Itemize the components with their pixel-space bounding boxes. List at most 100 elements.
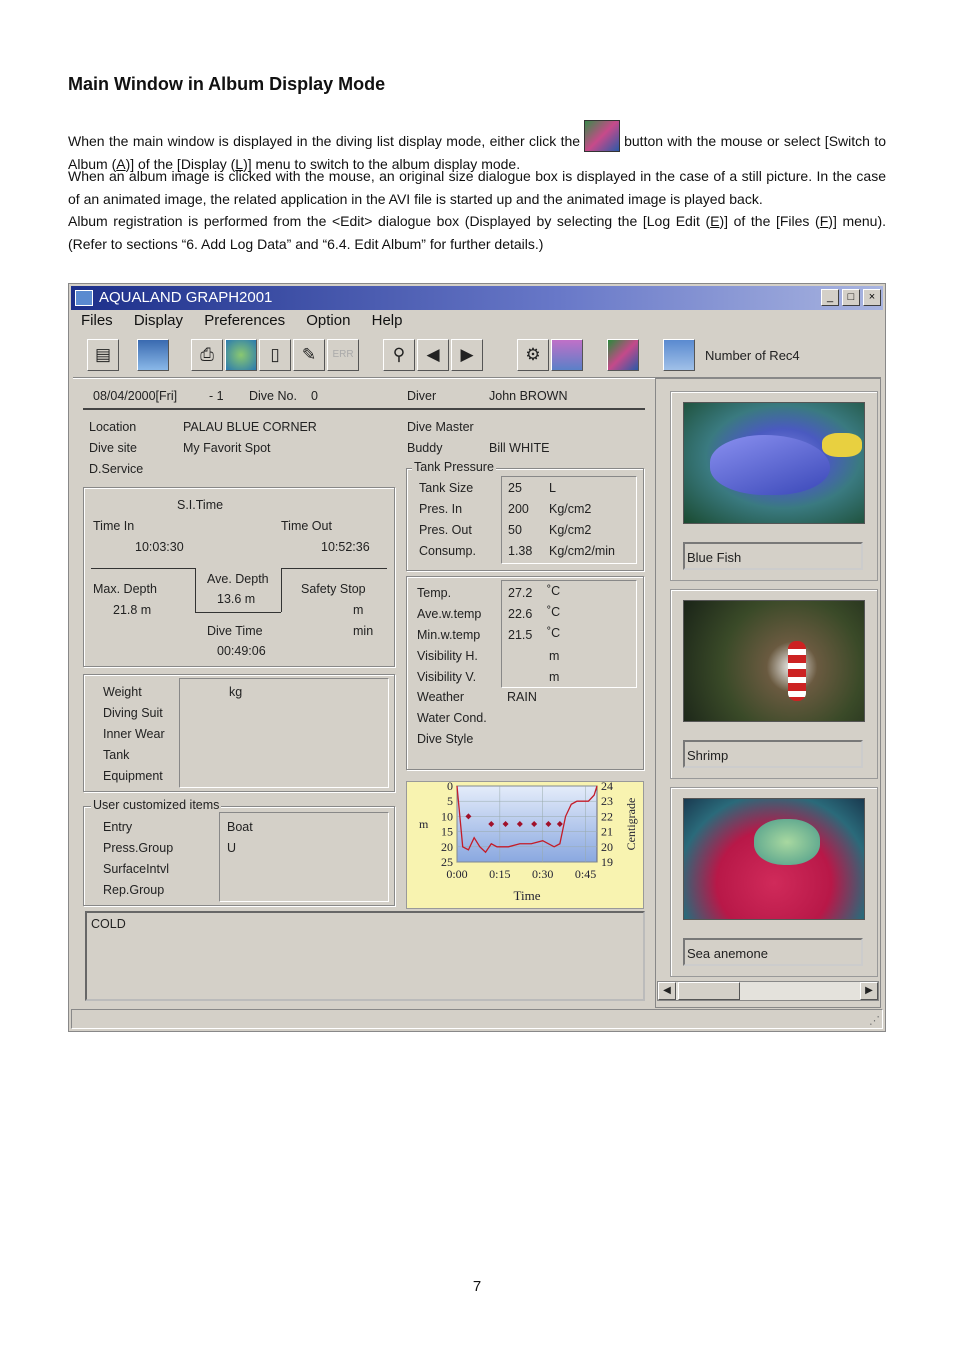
album-edit-icon[interactable] — [551, 339, 583, 371]
location-label: Location — [89, 420, 137, 434]
header-divider — [83, 408, 645, 410]
pres-in-label: Pres. In — [419, 502, 463, 516]
album-photo-shrimp[interactable] — [683, 600, 865, 722]
settings-icon[interactable]: ⚙ — [517, 339, 549, 371]
y-tick-label: 5 — [447, 794, 453, 808]
paragraph-text: )] of the [Files ( — [719, 213, 820, 229]
time-out-label: Time Out — [281, 519, 332, 533]
previous-icon[interactable]: ◀ — [417, 339, 449, 371]
diving-suit-label: Diving Suit — [103, 706, 163, 720]
y2-axis-label: Centigrade — [624, 798, 638, 851]
min-w-temp-label: Min.w.temp — [417, 628, 481, 642]
list-view-icon[interactable]: ▤ — [87, 339, 119, 371]
scroll-left-icon[interactable]: ◀ — [658, 982, 676, 1000]
memo-field[interactable]: COLD — [85, 911, 645, 1001]
map-icon[interactable] — [663, 339, 695, 371]
album-caption[interactable]: Sea anemone — [683, 938, 863, 966]
dive-no: 0 — [311, 389, 318, 403]
visibility-v-unit: m — [549, 670, 560, 684]
time-in-label: Time In — [93, 519, 135, 533]
pres-out-value: 50 — [508, 523, 522, 537]
scroll-thumb[interactable] — [678, 982, 740, 1000]
new-log-icon[interactable]: ▯ — [259, 339, 291, 371]
pres-in-unit: Kg/cm2 — [549, 502, 592, 516]
time-out-value: 10:52:36 — [321, 540, 370, 554]
find-icon[interactable]: ⚲ — [383, 339, 415, 371]
depth-divider — [91, 568, 195, 569]
next-icon[interactable]: ▶ — [451, 339, 483, 371]
page-title: Main Window in Album Display Mode — [68, 74, 386, 94]
album-photo-blue-fish[interactable] — [683, 402, 865, 524]
edit-log-icon[interactable]: ✎ — [293, 339, 325, 371]
pres-out-label: Pres. Out — [419, 523, 472, 537]
d-service-label: D.Service — [89, 462, 144, 476]
press-group-value: U — [227, 841, 237, 855]
album-item[interactable]: Shrimp — [670, 589, 878, 779]
weight-unit: kg — [229, 685, 243, 699]
close-button[interactable]: × — [863, 289, 881, 306]
depth-divider — [281, 568, 282, 612]
album-caption[interactable]: Shrimp — [683, 740, 863, 768]
dive-profile-svg: 0510152025 242322212019 0:00 0:15 0:30 0:45… — [419, 779, 638, 903]
y2-tick-label: 19 — [601, 855, 613, 869]
dive-no-label: Dive No. — [249, 389, 297, 403]
y-axis-ticks: 0510152025 — [441, 779, 453, 869]
visibility-h-unit: m — [549, 649, 560, 663]
scroll-right-icon[interactable]: ▶ — [860, 982, 878, 1000]
buddy-label: Buddy — [407, 441, 443, 455]
menu-files[interactable]: Files — [81, 312, 113, 329]
album-photo-sea-anemone[interactable] — [683, 798, 865, 920]
graph-view-icon[interactable] — [137, 339, 169, 371]
temp-unit: ˚C — [547, 584, 561, 598]
paragraph-album-registration: Album registration is performed from the… — [68, 210, 886, 255]
window-title: AQUALAND GRAPH2001 — [99, 289, 273, 306]
consump-label: Consump. — [419, 544, 476, 558]
weight-label: Weight — [103, 685, 142, 699]
menu-display[interactable]: Display — [134, 312, 183, 329]
ave-depth-value: 13.6 m — [217, 592, 256, 606]
entry-value: Boat — [227, 820, 253, 834]
page-number: 7 — [472, 1278, 482, 1295]
print-icon[interactable]: ⎙ — [191, 339, 223, 371]
album-scrollbar[interactable]: ◀ ▶ — [657, 981, 879, 1001]
album-item[interactable]: Blue Fish — [670, 391, 878, 581]
globe-icon[interactable] — [225, 339, 257, 371]
x-tick-label: 0:15 — [489, 867, 510, 881]
depth-divider — [195, 612, 281, 613]
temp-value: 27.2 — [508, 586, 533, 600]
max-depth-label: Max. Depth — [93, 582, 157, 596]
title-bar[interactable]: AQUALAND GRAPH2001 _ □ × — [71, 286, 883, 310]
safety-stop-label: Safety Stop — [301, 582, 366, 596]
safety-stop-unit-min: min — [353, 624, 374, 638]
paragraph-text: Album registration is performed from the… — [68, 213, 711, 229]
y2-tick-label: 21 — [601, 825, 613, 839]
weather-label: Weather — [417, 690, 465, 704]
dive-time-value: 00:49:06 — [217, 644, 266, 658]
status-bar: ⋰ — [71, 1009, 883, 1029]
press-group-label: Press.Group — [103, 841, 174, 855]
menu-preferences[interactable]: Preferences — [204, 312, 285, 329]
y2-tick-label: 23 — [601, 794, 613, 808]
pres-out-unit: Kg/cm2 — [549, 523, 592, 537]
error-button[interactable]: ERR — [327, 339, 359, 371]
dive-profile-chart[interactable]: 0 5 10 15 20 25 24 23 22 21 20 19 0:00 0:15 0:30 0:45… — [406, 779, 644, 909]
maximize-button[interactable]: □ — [842, 289, 860, 306]
album-switch-icon[interactable] — [607, 339, 639, 371]
menu-help[interactable]: Help — [372, 312, 403, 329]
consump-unit: Kg/cm2/min — [549, 544, 615, 558]
menu-option[interactable]: Option — [306, 312, 350, 329]
si-time-label: S.I.Time — [177, 498, 224, 512]
ave-depth-label: Ave. Depth — [207, 572, 269, 586]
consump-value: 1.38 — [508, 544, 533, 558]
y2-axis-ticks: 242322 212019 — [601, 779, 613, 869]
resize-grip-icon[interactable]: ⋰ — [869, 1014, 880, 1027]
dive-master-label: Dive Master — [407, 420, 474, 434]
album-caption[interactable]: Blue Fish — [683, 542, 863, 570]
minimize-button[interactable]: _ — [821, 289, 839, 306]
menu-bar: Files Display Preferences Option Help — [81, 312, 419, 334]
surface-interval-label: SurfaceIntvl — [103, 862, 170, 876]
album-item[interactable]: Sea anemone — [670, 787, 878, 977]
water-cond-label: Water Cond. — [417, 711, 487, 725]
shortcut-key: F — [819, 213, 829, 229]
depth-divider — [281, 568, 387, 569]
